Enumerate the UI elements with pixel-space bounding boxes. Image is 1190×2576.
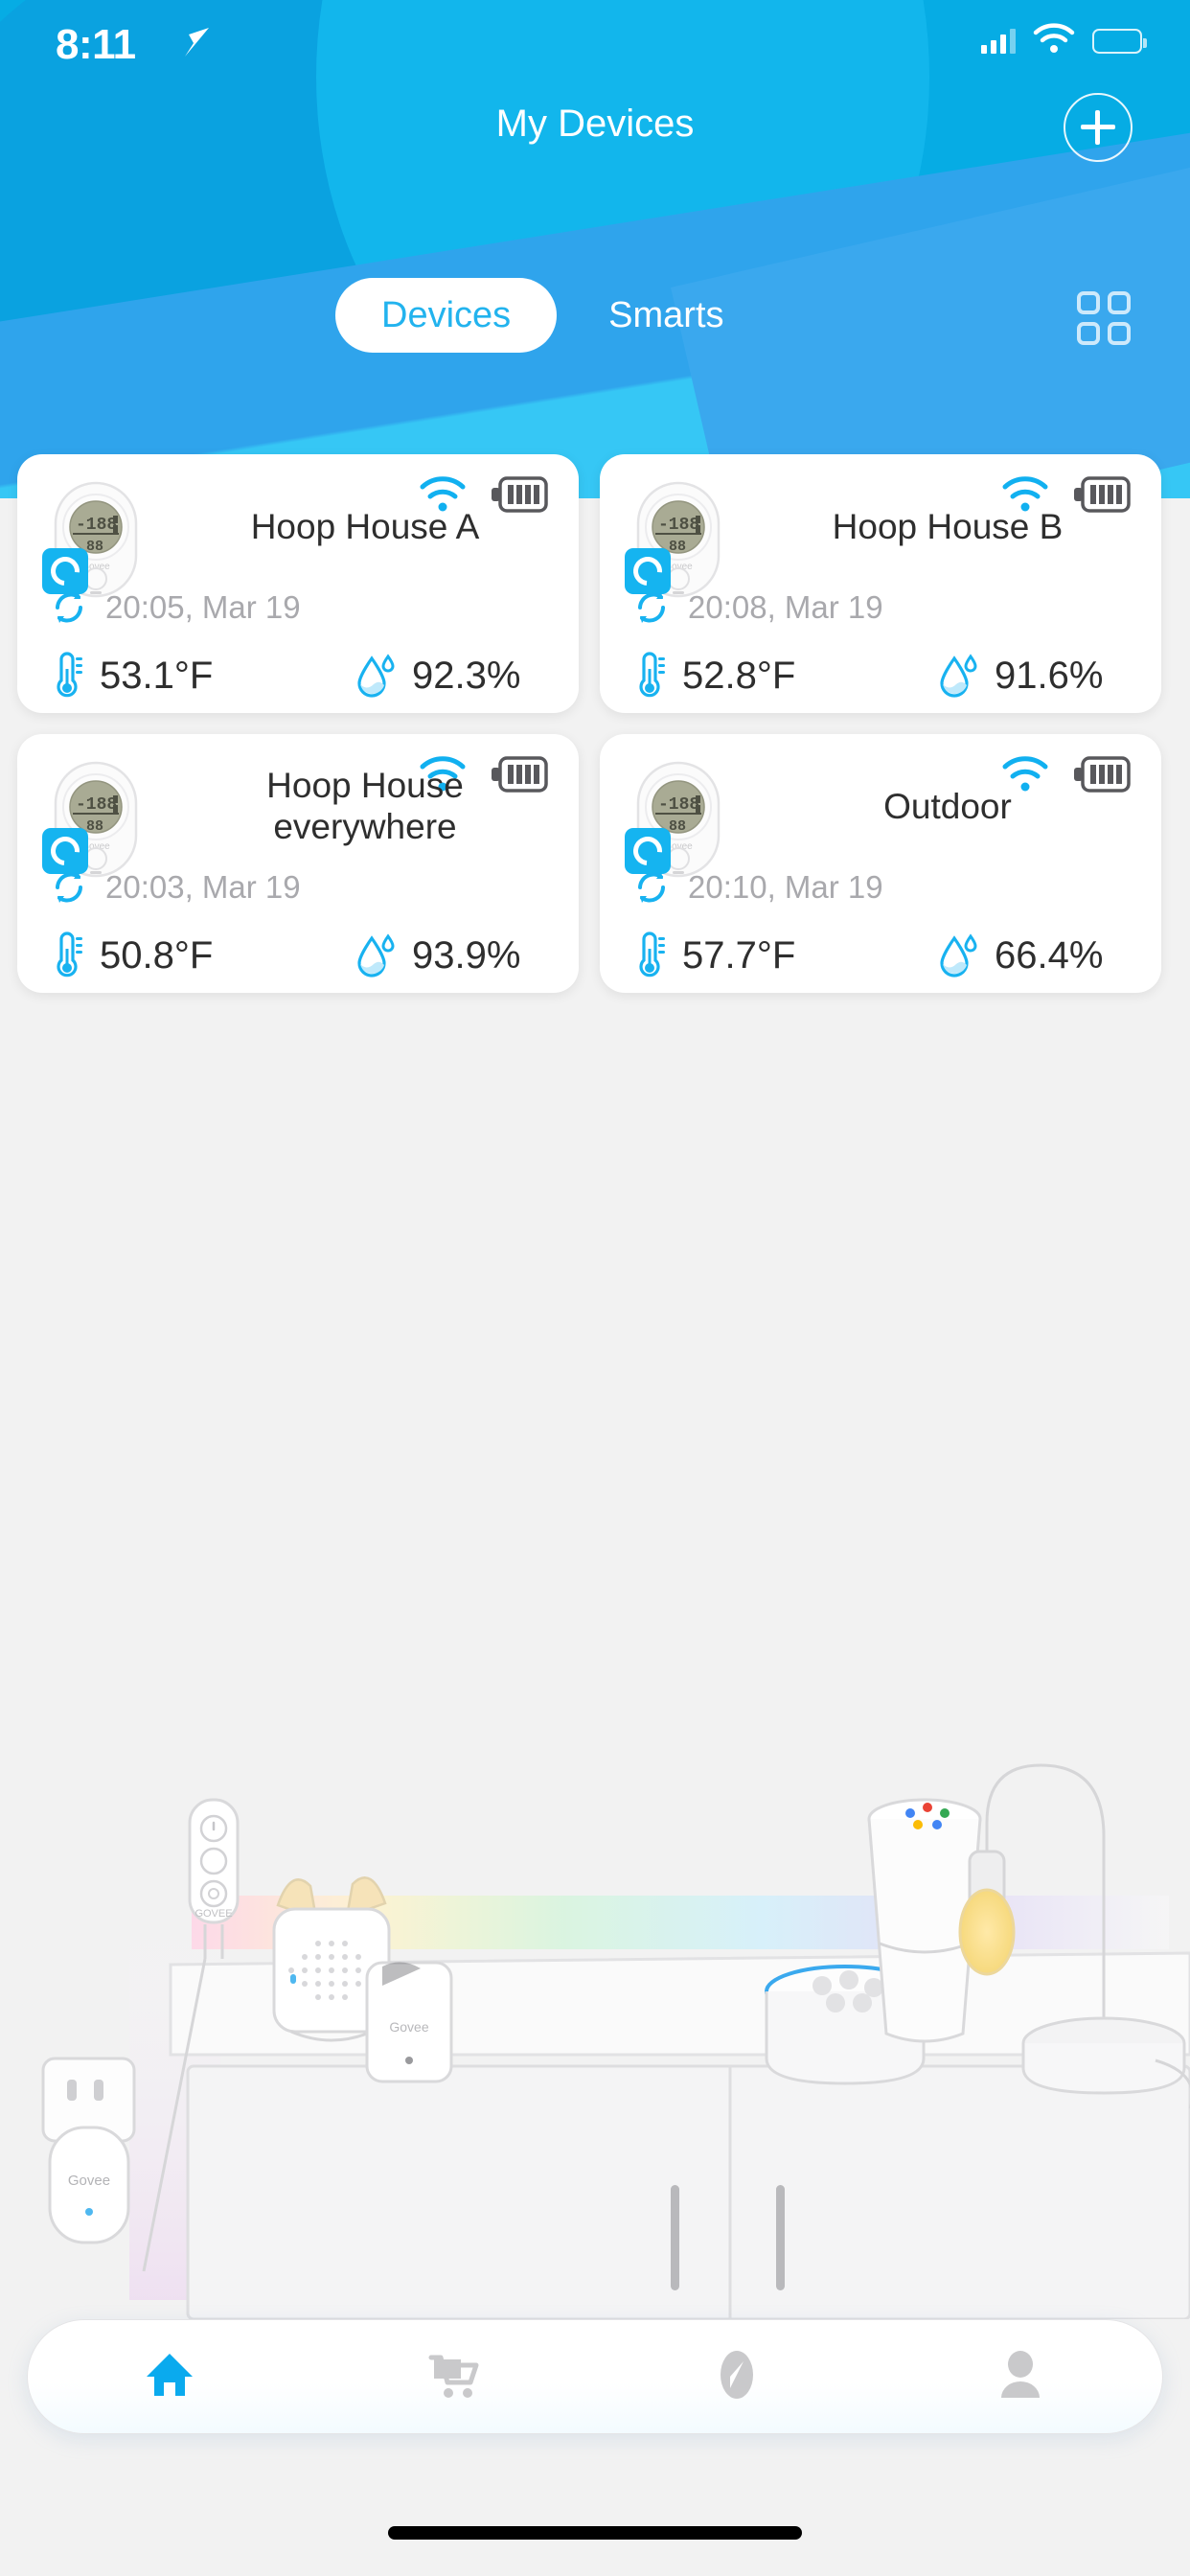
device-card-top: -188 88 Govee Hoop House B	[600, 454, 1161, 598]
govee-smart-plug-illustration: Govee	[41, 2057, 136, 2244]
svg-text:88: 88	[669, 539, 686, 555]
svg-text:88: 88	[669, 818, 686, 835]
status-bar-clock: 8:11	[56, 21, 136, 68]
svg-text:88: 88	[86, 539, 103, 555]
device-card[interactable]: -188 88 Govee Hoop House A 20:05, Mar 19…	[17, 454, 579, 713]
device-timestamp: 20:10, Mar 19	[688, 869, 883, 905]
status-bar: 8:11	[0, 0, 1190, 86]
alexa-icon	[625, 828, 671, 874]
temperature-reading: 57.7°F	[632, 932, 939, 979]
device-readings: 52.8°F 91.6%	[632, 652, 1138, 700]
shopping-cart-icon	[425, 2348, 481, 2406]
device-card-grid: -188 88 Govee Hoop House A 20:05, Mar 19…	[0, 454, 1190, 993]
battery-low-icon	[1092, 28, 1147, 54]
device-last-update: 20:03, Mar 19	[50, 868, 301, 907]
humidity-reading: 91.6%	[939, 652, 1103, 700]
device-timestamp: 20:05, Mar 19	[105, 589, 301, 625]
temperature-reading: 53.1°F	[50, 652, 356, 700]
grid-view-icon[interactable]	[1077, 291, 1131, 345]
svg-text:-188: -188	[76, 795, 117, 815]
thermometer-icon	[632, 932, 665, 979]
location-arrow-icon	[180, 25, 213, 64]
humidity-reading: 66.4%	[939, 932, 1103, 979]
device-timestamp: 20:03, Mar 19	[105, 869, 301, 905]
thermometer-icon	[50, 652, 82, 700]
smart-home-illustration: Govee GOVEE Govee	[0, 1648, 1190, 2321]
device-card[interactable]: -188 88 Govee Hoop House B 20:08, Mar 19…	[600, 454, 1161, 713]
svg-text:88: 88	[86, 818, 103, 835]
device-card[interactable]: -188 88 Govee Outdoor 20:10, Mar 19 57.7…	[600, 734, 1161, 993]
temperature-value: 50.8°F	[100, 933, 214, 977]
thermometer-icon	[50, 932, 82, 979]
device-card-top: -188 88 Govee Hoop House everywhere	[17, 734, 579, 878]
device-readings: 50.8°F 93.9%	[50, 932, 556, 979]
refresh-icon	[50, 868, 88, 907]
nav-shop[interactable]	[311, 2320, 595, 2433]
refresh-icon	[50, 588, 88, 627]
water-drop-icon	[356, 932, 395, 978]
device-last-update: 20:05, Mar 19	[50, 588, 301, 627]
temperature-value: 52.8°F	[682, 654, 796, 697]
svg-text:-188: -188	[76, 516, 117, 535]
device-name: Hoop House B	[832, 506, 1064, 546]
svg-text:Govee: Govee	[389, 2019, 428, 2035]
device-timestamp: 20:08, Mar 19	[688, 589, 883, 625]
thermometer-icon	[632, 652, 665, 700]
nav-profile[interactable]	[879, 2320, 1162, 2433]
device-readings: 53.1°F 92.3%	[50, 652, 556, 700]
home-icon	[143, 2348, 196, 2406]
alexa-icon	[42, 548, 88, 594]
plus-icon	[1081, 110, 1115, 145]
device-card-top: -188 88 Govee Hoop House A	[17, 454, 579, 598]
device-card[interactable]: -188 88 Govee Hoop House everywhere 20:0…	[17, 734, 579, 993]
page-title: My Devices	[495, 103, 695, 145]
temperature-reading: 52.8°F	[632, 652, 939, 700]
water-drop-icon	[939, 932, 977, 978]
bottom-navigation-bar	[27, 2319, 1163, 2434]
govee-sensor-tag-illustration: Govee	[365, 1961, 453, 2083]
svg-text:Govee: Govee	[68, 2173, 110, 2189]
cellular-signal-icon	[981, 28, 1016, 54]
humidity-value: 93.9%	[412, 933, 521, 977]
temperature-value: 57.7°F	[682, 933, 796, 977]
refresh-icon	[632, 868, 671, 907]
header-title-row: My Devices	[0, 91, 1190, 177]
water-drop-icon	[939, 653, 977, 699]
device-last-update: 20:10, Mar 19	[632, 868, 883, 907]
header-tab-row: Devices Smarts	[0, 278, 1190, 355]
humidity-value: 91.6%	[995, 654, 1104, 697]
humidity-reading: 93.9%	[356, 932, 520, 979]
humidity-reading: 92.3%	[356, 652, 520, 700]
compass-icon	[710, 2348, 764, 2406]
device-name: Outdoor	[883, 786, 1012, 826]
home-indicator	[388, 2526, 802, 2540]
add-device-button[interactable]	[1064, 93, 1133, 162]
wifi-icon	[1033, 23, 1075, 58]
alexa-icon	[625, 548, 671, 594]
temperature-reading: 50.8°F	[50, 932, 356, 979]
tab-smarts[interactable]: Smarts	[599, 278, 733, 353]
svg-text:-188: -188	[658, 516, 699, 535]
alexa-icon	[42, 828, 88, 874]
device-name: Hoop House everywhere	[266, 766, 464, 846]
tab-devices[interactable]: Devices	[335, 278, 558, 353]
device-readings: 57.7°F 66.4%	[632, 932, 1138, 979]
svg-text:-188: -188	[658, 795, 699, 815]
device-card-top: -188 88 Govee Outdoor	[600, 734, 1161, 878]
nav-discover[interactable]	[595, 2320, 879, 2433]
status-bar-indicators	[981, 23, 1147, 58]
humidity-value: 92.3%	[412, 654, 521, 697]
refresh-icon	[632, 588, 671, 627]
segmented-control: Devices Smarts	[335, 278, 734, 353]
device-name: Hoop House A	[250, 506, 480, 546]
temperature-value: 53.1°F	[100, 654, 214, 697]
svg-text:GOVEE: GOVEE	[195, 1908, 232, 1920]
water-drop-icon	[356, 653, 395, 699]
nav-home[interactable]	[28, 2320, 311, 2433]
device-last-update: 20:08, Mar 19	[632, 588, 883, 627]
humidity-value: 66.4%	[995, 933, 1104, 977]
profile-icon	[995, 2348, 1046, 2406]
